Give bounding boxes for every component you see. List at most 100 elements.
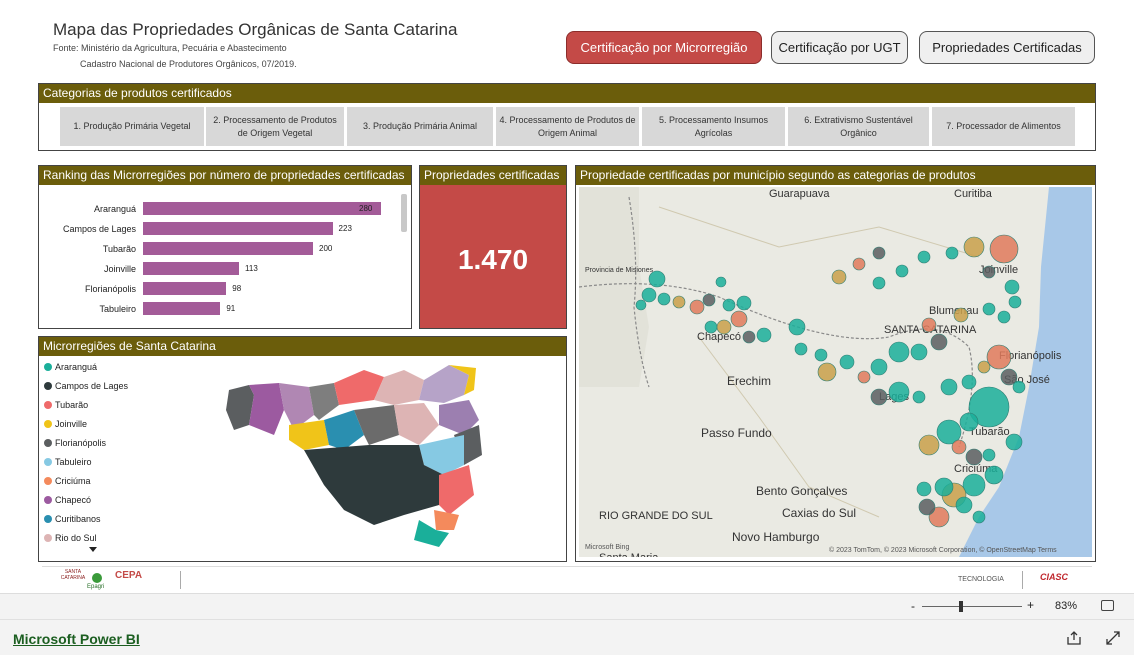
powerbi-link[interactable]: Microsoft Power BI [13, 631, 140, 647]
municipality-bubble[interactable] [984, 465, 1004, 485]
zoom-slider-track[interactable] [922, 606, 1022, 607]
ranking-bar[interactable] [143, 202, 381, 215]
municipality-bubble[interactable] [945, 246, 959, 260]
municipality-bubble[interactable] [742, 330, 756, 344]
municipality-bubble[interactable] [852, 257, 866, 271]
municipality-bubble[interactable] [817, 362, 837, 382]
municipality-bubble[interactable] [730, 310, 748, 328]
municipality-bubble[interactable] [715, 276, 727, 288]
municipality-bubble[interactable] [959, 412, 979, 432]
ranking-row[interactable]: Araranguá 280 [39, 201, 399, 217]
legend-item[interactable]: Florianópolis [44, 436, 106, 450]
municipality-bubble[interactable] [704, 320, 718, 334]
legend-scroll-down-icon[interactable] [89, 547, 97, 552]
ranking-bar[interactable] [143, 282, 227, 295]
municipality-bubble[interactable] [870, 358, 888, 376]
municipality-bubble[interactable] [953, 307, 969, 323]
ranking-row[interactable]: Florianópolis 98 [39, 281, 399, 297]
municipality-bubble[interactable] [689, 299, 705, 315]
municipality-bubble[interactable] [1004, 279, 1020, 295]
zoom-out-button[interactable]: - [911, 599, 915, 613]
municipality-bubble[interactable] [921, 317, 937, 333]
legend-item[interactable]: Criciúma [44, 474, 91, 488]
municipality-bubble[interactable] [986, 344, 1012, 370]
municipality-bubble[interactable] [888, 341, 910, 363]
municipality-bubble[interactable] [716, 319, 732, 335]
municipality-bubble[interactable] [930, 333, 948, 351]
municipality-bubble[interactable] [951, 439, 967, 455]
municipality-bubble[interactable] [962, 473, 986, 497]
municipality-bubble[interactable] [672, 295, 686, 309]
municipality-bubble[interactable] [635, 299, 647, 311]
legend-item[interactable]: Rio do Sul [44, 531, 97, 545]
municipality-bubble[interactable] [1005, 433, 1023, 451]
zoom-in-button[interactable]: + [1027, 598, 1034, 612]
municipality-bubble[interactable] [1008, 295, 1022, 309]
municipality-bubble[interactable] [870, 388, 888, 406]
municipality-bubble[interactable] [872, 276, 886, 290]
municipality-bubble[interactable] [982, 448, 996, 462]
nav-button-microrregiao[interactable]: Certificação por Microrregião [566, 31, 762, 64]
category-5[interactable]: 5. Processamento Insumos Agrícolas [642, 107, 785, 146]
municipality-bubble[interactable] [916, 481, 932, 497]
municipality-bubble[interactable] [814, 348, 828, 362]
municipality-bubble[interactable] [940, 378, 958, 396]
municipality-bubble[interactable] [963, 236, 985, 258]
municipality-bubble[interactable] [831, 269, 847, 285]
municipality-bubble[interactable] [736, 295, 752, 311]
microregions-map[interactable] [224, 365, 484, 547]
municipality-bubble[interactable] [955, 496, 973, 514]
ranking-row[interactable]: Joinville 113 [39, 261, 399, 277]
legend-item[interactable]: Joinville [44, 417, 87, 431]
category-3[interactable]: 3. Produção Primária Animal [347, 107, 493, 146]
legend-item[interactable]: Campos de Lages [44, 379, 128, 393]
category-6[interactable]: 6. Extrativismo Sustentável Orgânico [788, 107, 929, 146]
municipality-bubble[interactable] [872, 246, 886, 260]
legend-item[interactable]: Tabuleiro [44, 455, 92, 469]
municipality-bubble[interactable] [722, 298, 736, 312]
municipality-bubble[interactable] [702, 293, 716, 307]
municipality-bubble[interactable] [982, 265, 996, 279]
municipality-bubble[interactable] [982, 302, 996, 316]
municipality-bubble[interactable] [918, 434, 940, 456]
ranking-bar[interactable] [143, 222, 333, 235]
category-1[interactable]: 1. Produção Primária Vegetal [60, 107, 204, 146]
bubble-map[interactable]: Guarapuava CuritibaJoinvilleProvincia de … [579, 187, 1092, 557]
category-2[interactable]: 2. Processamento de Produtos de Origem V… [206, 107, 344, 146]
municipality-bubble[interactable] [788, 318, 806, 336]
ranking-row[interactable]: Tubarão 200 [39, 241, 399, 257]
municipality-bubble[interactable] [888, 381, 910, 403]
municipality-bubble[interactable] [934, 477, 954, 497]
ranking-row[interactable]: Tabuleiro 91 [39, 301, 399, 317]
category-7[interactable]: 7. Processador de Alimentos [932, 107, 1075, 146]
municipality-bubble[interactable] [972, 510, 986, 524]
legend-item[interactable]: Chapecó [44, 493, 91, 507]
municipality-bubble[interactable] [657, 292, 671, 306]
legend-item[interactable]: Tubarão [44, 398, 88, 412]
municipality-bubble[interactable] [794, 342, 808, 356]
ranking-bar[interactable] [143, 262, 240, 275]
municipality-bubble[interactable] [857, 370, 871, 384]
municipality-bubble[interactable] [917, 250, 931, 264]
municipality-bubble[interactable] [910, 343, 928, 361]
municipality-bubble[interactable] [965, 448, 983, 466]
zoom-slider-thumb[interactable] [959, 601, 963, 612]
municipality-bubble[interactable] [648, 270, 666, 288]
municipality-bubble[interactable] [997, 310, 1011, 324]
share-icon[interactable] [1066, 630, 1082, 646]
municipality-bubble[interactable] [756, 327, 772, 343]
ranking-scrollbar[interactable] [401, 194, 407, 232]
nav-button-propriedades[interactable]: Propriedades Certificadas [919, 31, 1095, 64]
municipality-bubble[interactable] [912, 390, 926, 404]
fit-to-page-icon[interactable] [1101, 600, 1114, 611]
ranking-bar[interactable] [143, 302, 221, 315]
municipality-bubble[interactable] [989, 234, 1019, 264]
fullscreen-icon[interactable] [1105, 630, 1121, 646]
nav-button-ugt[interactable]: Certificação por UGT [771, 31, 908, 64]
municipality-bubble[interactable] [918, 498, 936, 516]
legend-item[interactable]: Curitibanos [44, 512, 101, 526]
municipality-bubble[interactable] [895, 264, 909, 278]
municipality-bubble[interactable] [961, 374, 977, 390]
ranking-bar[interactable] [143, 242, 313, 255]
category-4[interactable]: 4. Processamento de Produtos de Origem A… [496, 107, 639, 146]
